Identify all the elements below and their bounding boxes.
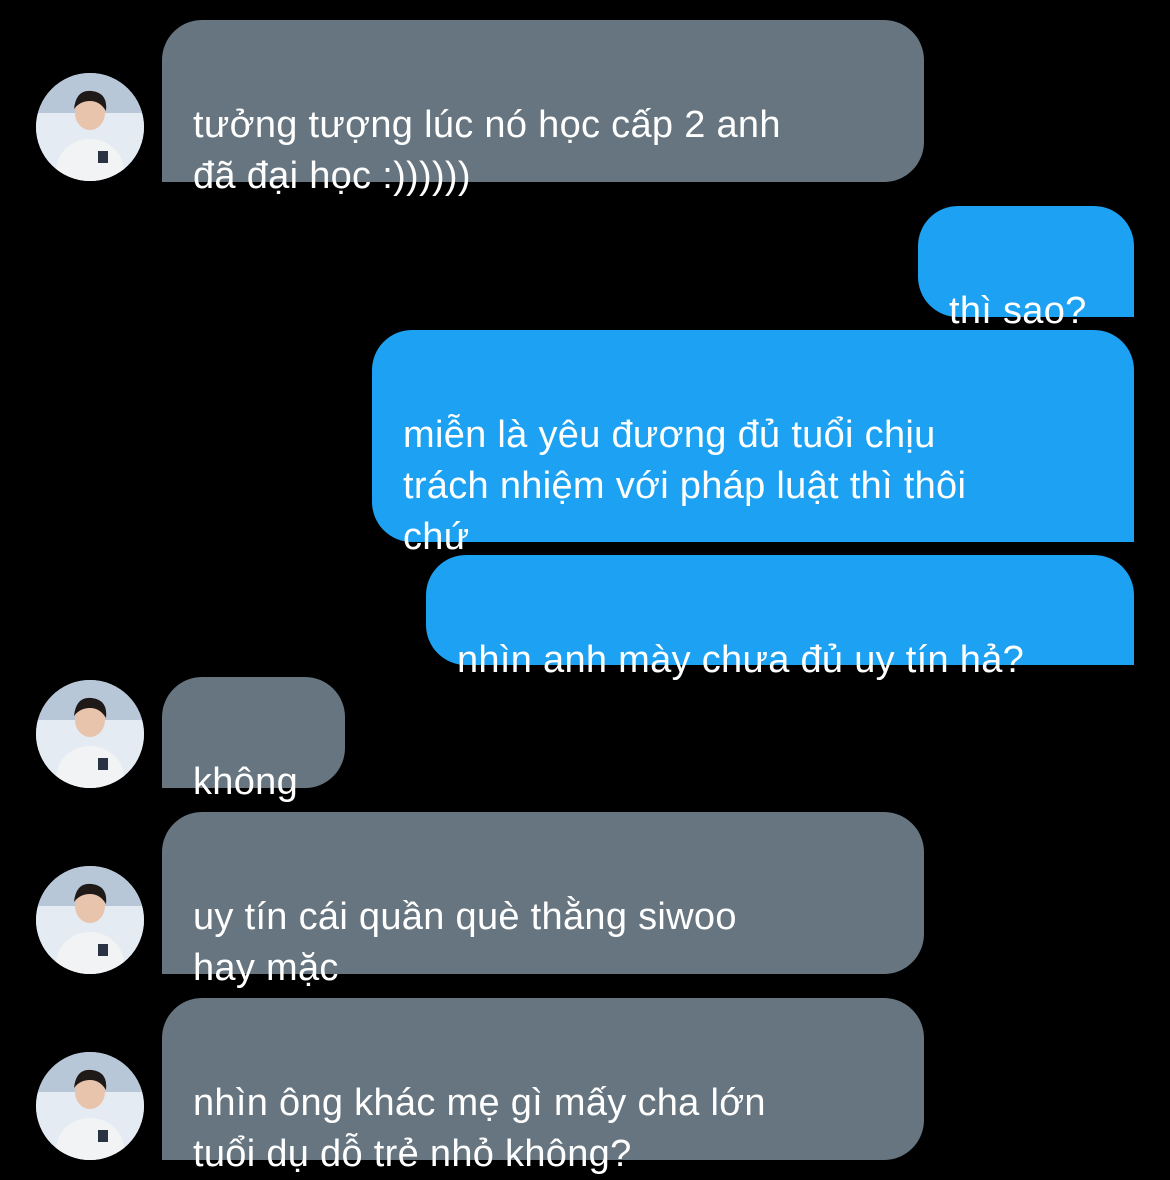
avatar-photo-icon [36, 866, 144, 974]
user-avatar[interactable] [36, 73, 144, 181]
message-bubble-outgoing[interactable]: nhìn anh mày chưa đủ uy tín hả? [426, 555, 1134, 681]
message-bubble-incoming[interactable]: tưởng tượng lúc nó học cấp 2 anh đã đại … [162, 20, 924, 197]
message-bubble-outgoing[interactable]: miễn là yêu đương đủ tuổi chịu trách nhi… [372, 330, 1134, 558]
message-text: tưởng tượng lúc nó học cấp 2 anh đã đại … [193, 104, 781, 197]
avatar-photo-icon [36, 1052, 144, 1160]
user-avatar[interactable] [36, 1052, 144, 1160]
message-text: không [193, 761, 299, 803]
message-bubble-outgoing[interactable]: thì sao? [918, 206, 1134, 332]
user-avatar[interactable] [36, 680, 144, 788]
message-text: nhìn anh mày chưa đủ uy tín hả? [457, 639, 1025, 681]
user-avatar[interactable] [36, 866, 144, 974]
avatar-photo-icon [36, 680, 144, 788]
avatar-photo-icon [36, 73, 144, 181]
message-text: uy tín cái quần què thằng siwoo hay mặc [193, 896, 737, 989]
message-bubble-incoming[interactable]: nhìn ông khác mẹ gì mấy cha lớn tuổi dụ … [162, 998, 924, 1175]
message-text: miễn là yêu đương đủ tuổi chịu trách nhi… [403, 414, 967, 558]
message-text: thì sao? [949, 290, 1087, 332]
message-bubble-incoming[interactable]: uy tín cái quần què thằng siwoo hay mặc [162, 812, 924, 989]
message-bubble-incoming[interactable]: không [162, 677, 345, 803]
message-text: nhìn ông khác mẹ gì mấy cha lớn tuổi dụ … [193, 1082, 766, 1175]
